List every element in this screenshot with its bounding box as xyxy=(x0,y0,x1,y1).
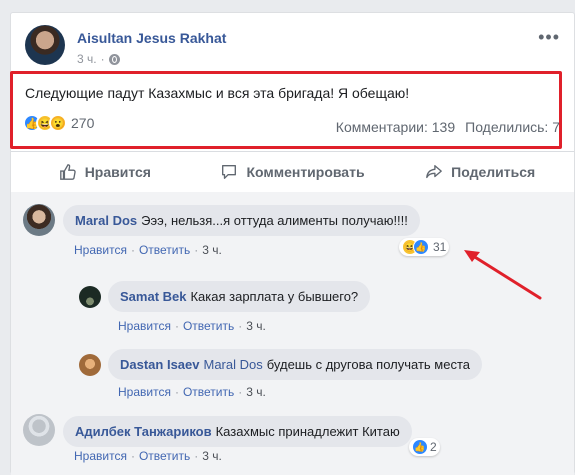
comment-avatar[interactable] xyxy=(23,414,55,446)
like-button[interactable]: Нравится xyxy=(11,152,199,192)
comment-reactions[interactable]: 👍 2 xyxy=(409,438,440,456)
comments-section: Maral Dos Эээ, нельзя...я оттуда алименты… xyxy=(11,192,574,475)
comment-button[interactable]: Комментировать xyxy=(199,152,387,192)
comment-text: будешь с другова получать места xyxy=(266,357,471,372)
post-card: Aisultan Jesus Rakhat 3 ч. · ••• Следующ… xyxy=(10,12,575,475)
comment-time[interactable]: 3 ч. xyxy=(246,319,266,333)
comment-bubble: Maral Dos Эээ, нельзя...я оттуда алименты… xyxy=(63,205,420,236)
annotation-arrow xyxy=(464,250,542,300)
comment-actions: Нравится · Ответить · 3 ч. xyxy=(74,449,222,463)
highlight-box xyxy=(10,71,562,149)
thumbs-up-icon xyxy=(59,164,76,180)
comment-author[interactable]: Samat Bek xyxy=(120,289,186,304)
post-author-avatar[interactable] xyxy=(25,25,65,65)
comment-like-link[interactable]: Нравится xyxy=(118,385,171,399)
comment-reaction-count: 31 xyxy=(433,240,447,254)
comment-bubble: Dastan Isaev Maral Dos будешь с другова по… xyxy=(108,349,483,380)
post-time[interactable]: 3 ч. xyxy=(77,52,97,66)
comment-bubble: Адилбек Танжариков Казахмыс принадлежит К… xyxy=(63,416,412,447)
comment-text: Какая зарплата у бывшего? xyxy=(190,289,359,304)
comment-text: Казахмыс принадлежит Китаю xyxy=(215,424,400,439)
share-icon xyxy=(426,165,443,179)
comment-avatar[interactable] xyxy=(79,286,101,308)
comment-avatar[interactable] xyxy=(79,354,101,376)
comment-time[interactable]: 3 ч. xyxy=(246,385,266,399)
comment-time[interactable]: 3 ч. xyxy=(202,243,222,257)
comment-text: Эээ, нельзя...я оттуда алименты получаю!… xyxy=(141,213,408,228)
post-actions-bar: Нравится Комментировать Поделиться xyxy=(11,151,574,192)
post-meta: 3 ч. · xyxy=(77,52,120,66)
globe-icon xyxy=(108,53,120,65)
like-reaction-icon: 👍 xyxy=(413,239,429,255)
comment-avatar[interactable] xyxy=(23,204,55,236)
comment-reply-link[interactable]: Ответить xyxy=(183,319,234,333)
comment-like-link[interactable]: Нравится xyxy=(74,449,127,463)
comment-bubble: Samat Bek Какая зарплата у бывшего? xyxy=(108,281,371,312)
comment-reactions[interactable]: 😆 👍 31 xyxy=(399,238,450,256)
more-options-icon[interactable]: ••• xyxy=(538,27,560,48)
comment-actions: Нравится · Ответить · 3 ч. xyxy=(74,243,222,257)
comment-like-link[interactable]: Нравится xyxy=(118,319,171,333)
comment-author[interactable]: Maral Dos xyxy=(75,213,137,228)
comment-reply-link[interactable]: Ответить xyxy=(139,449,190,463)
comment-time[interactable]: 3 ч. xyxy=(202,449,222,463)
comment-author[interactable]: Dastan Isaev xyxy=(120,357,200,372)
comment-mention[interactable]: Maral Dos xyxy=(204,357,263,372)
comment-like-link[interactable]: Нравится xyxy=(74,243,127,257)
post-author-name[interactable]: Aisultan Jesus Rakhat xyxy=(77,30,226,46)
comment-reply-link[interactable]: Ответить xyxy=(139,243,190,257)
comment-actions: Нравится · Ответить · 3 ч. xyxy=(118,385,266,399)
comment-actions: Нравится · Ответить · 3 ч. xyxy=(118,319,266,333)
comment-reaction-count: 2 xyxy=(430,440,437,454)
comment-author[interactable]: Адилбек Танжариков xyxy=(75,424,212,439)
like-reaction-icon: 👍 xyxy=(412,439,428,455)
share-button[interactable]: Поделиться xyxy=(386,152,574,192)
comment-reply-link[interactable]: Ответить xyxy=(183,385,234,399)
comment-icon xyxy=(222,165,237,179)
